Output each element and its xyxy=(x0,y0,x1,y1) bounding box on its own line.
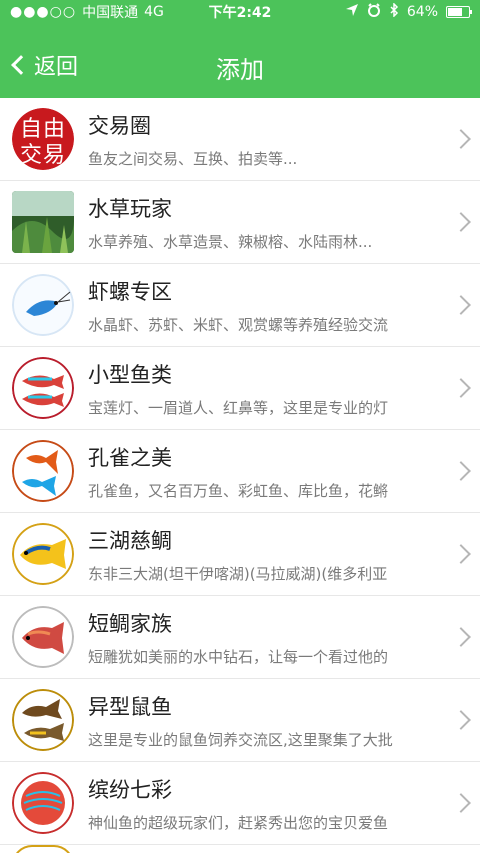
dwarf-cichlid-thumbnail-icon xyxy=(12,606,74,668)
item-desc: 短雕犹如美丽的水中钻石，让每一个看过他的 xyxy=(88,647,389,666)
list-item[interactable]: 自 由 交 易 交易圈 鱼友之间交易、互换、拍卖等... xyxy=(0,98,480,181)
list-item[interactable]: 短鲷家族 短雕犹如美丽的水中钻石，让每一个看过他的 xyxy=(0,596,480,679)
item-text: 缤纷七彩 神仙鱼的超级玩家们，赶紧秀出您的宝贝爱鱼 xyxy=(88,774,444,833)
guppy-thumbnail-icon xyxy=(12,440,74,502)
status-right: 64% xyxy=(300,2,472,21)
item-desc: 孔雀鱼，又名百万鱼、彩虹鱼、库比鱼，花鳉 xyxy=(88,481,389,500)
status-bar: ●●●○○ 中国联通 4G 下午2:42 64% xyxy=(0,0,480,24)
list-item[interactable]: 水草玩家 水草养殖、水草造景、辣椒榕、水陆雨林... xyxy=(0,181,480,264)
pleco-thumbnail-icon xyxy=(12,689,74,751)
discus-thumbnail-icon xyxy=(12,772,74,834)
logo-char-1: 自 xyxy=(20,117,42,142)
item-text: 三湖慈鲷 东非三大湖(坦干伊喀湖)(马拉威湖)(维多利亚 xyxy=(88,525,444,584)
list-item[interactable]: 虾螺专区 水晶虾、苏虾、米虾、观赏螺等养殖经验交流 xyxy=(0,264,480,347)
shrimp-thumbnail-icon xyxy=(12,274,74,336)
item-title: 缤纷七彩 xyxy=(88,777,172,802)
small-fish-thumbnail-icon xyxy=(12,357,74,419)
battery-fill xyxy=(448,8,463,16)
item-title: 孔雀之美 xyxy=(88,445,172,470)
item-text: 水草玩家 水草养殖、水草造景、辣椒榕、水陆雨林... xyxy=(88,193,444,252)
status-time: 下午2:42 xyxy=(208,5,272,21)
item-title: 三湖慈鲷 xyxy=(88,528,172,553)
item-text: 小型鱼类 宝莲灯、一眉道人、红鼻等，这里是专业的灯 xyxy=(88,359,444,418)
location-arrow-icon xyxy=(345,3,359,21)
signal-strength: ●●●○○ xyxy=(10,4,77,20)
list-item-partial[interactable] xyxy=(0,845,480,853)
chevron-right-icon xyxy=(451,378,471,398)
list-item[interactable]: 三湖慈鲷 东非三大湖(坦干伊喀湖)(马拉威湖)(维多利亚 xyxy=(0,513,480,596)
logo-char-4: 易 xyxy=(43,143,65,168)
item-text: 交易圈 鱼友之间交易、互换、拍卖等... xyxy=(88,110,444,169)
list-item[interactable]: 缤纷七彩 神仙鱼的超级玩家们，赶紧秀出您的宝贝爱鱼 xyxy=(0,762,480,845)
item-desc: 神仙鱼的超级玩家们，赶紧秀出您的宝贝爱鱼 xyxy=(88,813,389,832)
forum-list: 自 由 交 易 交易圈 鱼友之间交易、互换、拍卖等... 水草玩家 水草养殖、水… xyxy=(0,98,480,853)
item-title: 小型鱼类 xyxy=(88,362,172,387)
item-text: 短鲷家族 短雕犹如美丽的水中钻石，让每一个看过他的 xyxy=(88,608,444,667)
item-desc: 这里是专业的鼠鱼饲养交流区,这里聚集了大批 xyxy=(88,730,393,749)
chevron-right-icon xyxy=(451,793,471,813)
list-item[interactable]: 小型鱼类 宝莲灯、一眉道人、红鼻等，这里是专业的灯 xyxy=(0,347,480,430)
bluetooth-icon xyxy=(389,2,399,21)
item-desc: 鱼友之间交易、互换、拍卖等... xyxy=(88,149,298,168)
aquascape-thumbnail-icon xyxy=(12,191,74,253)
item-title: 短鲷家族 xyxy=(88,611,172,636)
item-desc: 水草养殖、水草造景、辣椒榕、水陆雨林... xyxy=(88,232,373,251)
status-left: ●●●○○ 中国联通 4G xyxy=(10,2,180,22)
item-text: 虾螺专区 水晶虾、苏虾、米虾、观赏螺等养殖经验交流 xyxy=(88,276,444,335)
nav-bar: 返回 添加 xyxy=(0,24,480,98)
item-text: 孔雀之美 孔雀鱼，又名百万鱼、彩虹鱼、库比鱼，花鳉 xyxy=(88,442,444,501)
cichlid-thumbnail-icon xyxy=(12,523,74,585)
chevron-right-icon xyxy=(451,212,471,232)
chevron-right-icon xyxy=(451,710,471,730)
item-title: 交易圈 xyxy=(88,113,151,138)
item-desc: 水晶虾、苏虾、米虾、观赏螺等养殖经验交流 xyxy=(88,315,389,334)
carrier-name: 中国联通 xyxy=(82,5,139,21)
item-title: 虾螺专区 xyxy=(88,279,172,304)
logo-char-2: 由 xyxy=(43,117,65,142)
page-title: 添加 xyxy=(216,56,264,84)
next-item-thumbnail-icon xyxy=(12,845,74,853)
item-title: 异型鼠鱼 xyxy=(88,694,172,719)
free-trade-logo-icon: 自 由 交 易 xyxy=(12,108,74,170)
item-desc: 东非三大湖(坦干伊喀湖)(马拉威湖)(维多利亚 xyxy=(88,564,388,583)
list-item[interactable]: 孔雀之美 孔雀鱼，又名百万鱼、彩虹鱼、库比鱼，花鳉 xyxy=(0,430,480,513)
battery-percent: 64% xyxy=(406,4,438,20)
chevron-right-icon xyxy=(451,129,471,149)
alarm-icon xyxy=(367,3,381,21)
chevron-right-icon xyxy=(451,627,471,647)
chevron-right-icon xyxy=(451,544,471,564)
chevron-right-icon xyxy=(451,295,471,315)
item-title: 水草玩家 xyxy=(88,196,172,221)
logo-char-3: 交 xyxy=(20,143,42,168)
item-text: 异型鼠鱼 这里是专业的鼠鱼饲养交流区,这里聚集了大批 xyxy=(88,691,444,750)
battery-icon xyxy=(446,6,472,18)
network-type: 4G xyxy=(144,4,164,20)
list-item[interactable]: 异型鼠鱼 这里是专业的鼠鱼饲养交流区,这里聚集了大批 xyxy=(0,679,480,762)
chevron-right-icon xyxy=(451,461,471,481)
item-desc: 宝莲灯、一眉道人、红鼻等，这里是专业的灯 xyxy=(88,398,389,417)
